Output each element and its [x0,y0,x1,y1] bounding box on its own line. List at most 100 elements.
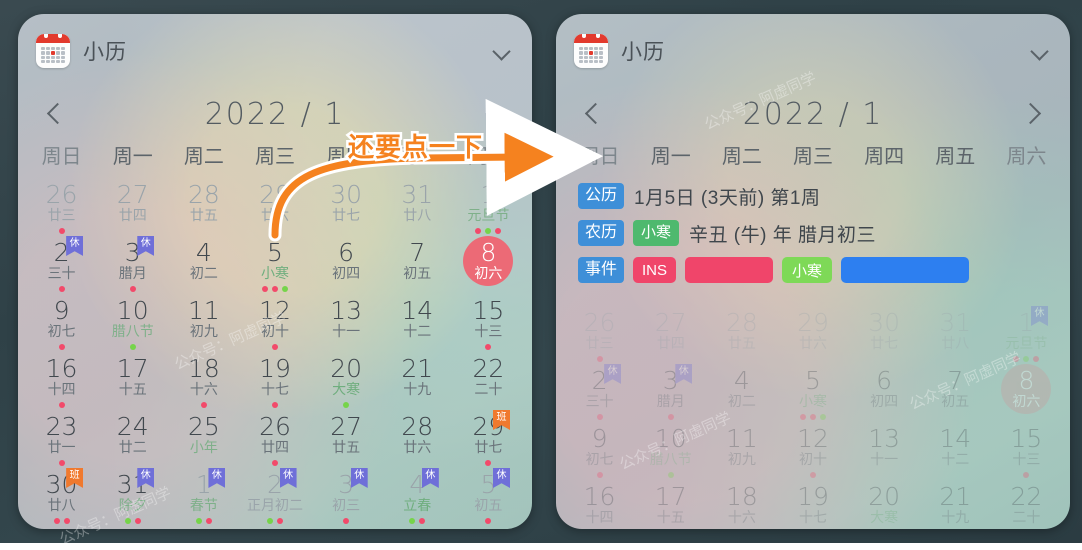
day-cell-26[interactable]: 26 廿三 [564,306,635,364]
day-cell-19[interactable]: 19 十七 [239,352,310,410]
event-tag-1[interactable] [685,257,774,283]
day-cell-9[interactable]: 9 初七 [564,422,635,480]
day-cell-29[interactable]: 29 廿六 [239,178,310,236]
day-cell-9[interactable]: 9 初七 [26,294,97,352]
day-cell-22[interactable]: 22 二十 [991,480,1062,524]
day-cell-30[interactable]: 30 廿七 [311,178,382,236]
day-cell-22[interactable]: 22 二十 [453,352,524,410]
day-cell-1[interactable]: 1 春节休 [168,468,239,526]
day-cell-16[interactable]: 16 十四 [26,352,97,410]
day-cell-3[interactable]: 3 腊月休 [97,236,168,294]
day-lunar-label: 小年 [189,439,218,455]
day-cell-20[interactable]: 20 大寒 [849,480,920,524]
day-cell-21[interactable]: 21 十九 [382,352,453,410]
day-cell-20[interactable]: 20 大寒 [311,352,382,410]
day-lunar-label: 腊月 [118,265,147,281]
day-cell-21[interactable]: 21 十九 [920,480,991,524]
chevron-left-icon[interactable] [582,99,608,129]
event-tag-0[interactable]: INS [633,257,677,283]
event-tag-3[interactable] [841,257,970,283]
day-lunar-label: 腊八节 [111,323,154,339]
day-cell-30[interactable]: 30 廿八班 [26,468,97,526]
day-cell-13[interactable]: 13 十一 [311,294,382,352]
day-lunar-label: 初十 [798,451,827,467]
day-cell-27[interactable]: 27 廿四 [635,306,706,364]
day-cell-5[interactable]: 5 小寒 [239,236,310,294]
day-cell-2[interactable]: 2 三十休 [26,236,97,294]
day-cell-28[interactable]: 28 廿五 [168,178,239,236]
day-cell-29[interactable]: 29 廿六 [777,306,848,364]
day-cell-14[interactable]: 14 十二 [920,422,991,480]
day-cell-10[interactable]: 10 腊八节 [635,422,706,480]
day-cell-31[interactable]: 31 廿八 [920,306,991,364]
day-cell-26[interactable]: 26 廿三 [26,178,97,236]
event-dots [58,344,65,350]
day-cell-6[interactable]: 6 初四 [311,236,382,294]
chevron-right-icon[interactable] [1018,99,1044,129]
day-cell-2[interactable]: 2 正月初二休 [239,468,310,526]
event-dots [200,402,207,408]
day-cell-17[interactable]: 17 十五 [97,352,168,410]
day-cell-30[interactable]: 30 廿七 [849,306,920,364]
day-cell-14[interactable]: 14 十二 [382,294,453,352]
chevron-right-icon[interactable] [480,99,506,129]
day-cell-2[interactable]: 2 三十休 [564,364,635,422]
day-number: 18 [187,354,220,383]
day-cell-10[interactable]: 10 腊八节 [97,294,168,352]
day-cell-31[interactable]: 31 廿八 [382,178,453,236]
event-dots [485,460,492,466]
day-cell-26[interactable]: 26 廿四 [239,410,310,468]
event-dots [596,414,603,420]
day-cell-27[interactable]: 27 廿五 [311,410,382,468]
day-cell-13[interactable]: 13 十一 [849,422,920,480]
day-cell-6[interactable]: 6 初四 [849,364,920,422]
day-cell-15[interactable]: 15 十三 [991,422,1062,480]
calendar-widget-expanded[interactable]: 小历 2022 / 1 周日 周一 周二 周三 周四 周五 周六 公历 1月5日 (3天前) … [556,14,1070,529]
day-cell-16[interactable]: 16 十四 [564,480,635,524]
day-cell-4[interactable]: 4 初二 [706,364,777,422]
day-cell-29[interactable]: 29 廿七班 [453,410,524,468]
day-cell-31[interactable]: 31 除夕休 [97,468,168,526]
day-cell-18[interactable]: 18 十六 [706,480,777,524]
day-cell-1[interactable]: 1 元旦节休 [453,178,524,236]
day-cell-11[interactable]: 11 初九 [168,294,239,352]
day-cell-7[interactable]: 7 初五 [920,364,991,422]
day-cell-25[interactable]: 25 小年 [168,410,239,468]
day-cell-4[interactable]: 4 立春休 [382,468,453,526]
chevron-left-icon[interactable] [44,99,70,129]
day-cell-18[interactable]: 18 十六 [168,352,239,410]
day-cell-28[interactable]: 28 廿六 [382,410,453,468]
calendar-grid-left[interactable]: 26 廿三 27 廿四 28 廿五 29 廿六 30 廿七 31 廿八 1 元旦节休 2 三十休 3 腊月休 4 初二… [26,178,524,526]
day-cell-5[interactable]: 5 小寒 [777,364,848,422]
day-cell-19[interactable]: 19 十七 [777,480,848,524]
day-cell-23[interactable]: 23 廿一 [26,410,97,468]
day-cell-3[interactable]: 3 腊月休 [635,364,706,422]
chevron-down-icon[interactable] [1030,40,1052,62]
event-dots [1023,472,1030,478]
day-cell-4[interactable]: 4 初二 [168,236,239,294]
event-dots [129,344,136,350]
day-cell-27[interactable]: 27 廿四 [97,178,168,236]
event-dots [485,518,492,524]
chevron-down-icon[interactable] [492,40,514,62]
day-cell-24[interactable]: 24 廿二 [97,410,168,468]
event-tag-2[interactable]: 小寒 [782,257,833,283]
day-cell-1[interactable]: 1 元旦节休 [991,306,1062,364]
day-cell-12[interactable]: 12 初十 [239,294,310,352]
day-cell-12[interactable]: 12 初十 [777,422,848,480]
day-cell-7[interactable]: 7 初五 [382,236,453,294]
day-cell-8[interactable]: 8 初六 [991,364,1062,422]
day-cell-3[interactable]: 3 初三休 [311,468,382,526]
event-dots [129,286,136,292]
day-cell-8[interactable]: 8 初六 [453,236,524,294]
weekday-header-right: 周日 周一 周二 周三 周四 周五 周六 [564,140,1062,174]
widget-header: 小历 [556,30,1070,72]
day-cell-17[interactable]: 17 十五 [635,480,706,524]
day-cell-15[interactable]: 15 十三 [453,294,524,352]
day-cell-11[interactable]: 11 初九 [706,422,777,480]
calendar-grid-right[interactable]: 26 廿三 27 廿四 28 廿五 29 廿六 30 廿七 31 廿八 1 元旦节休 2 三十休 3 腊月休 4 初二… [564,306,1062,524]
calendar-widget-collapsed[interactable]: 小历 2022 / 1 周日 周一 周二 周三 周四 周五 周六 26 廿三 27 廿四 28 廿五 2… [18,14,532,529]
day-cell-28[interactable]: 28 廿五 [706,306,777,364]
day-cell-5[interactable]: 5 初五休 [453,468,524,526]
day-lunar-label: 立春 [403,497,432,513]
